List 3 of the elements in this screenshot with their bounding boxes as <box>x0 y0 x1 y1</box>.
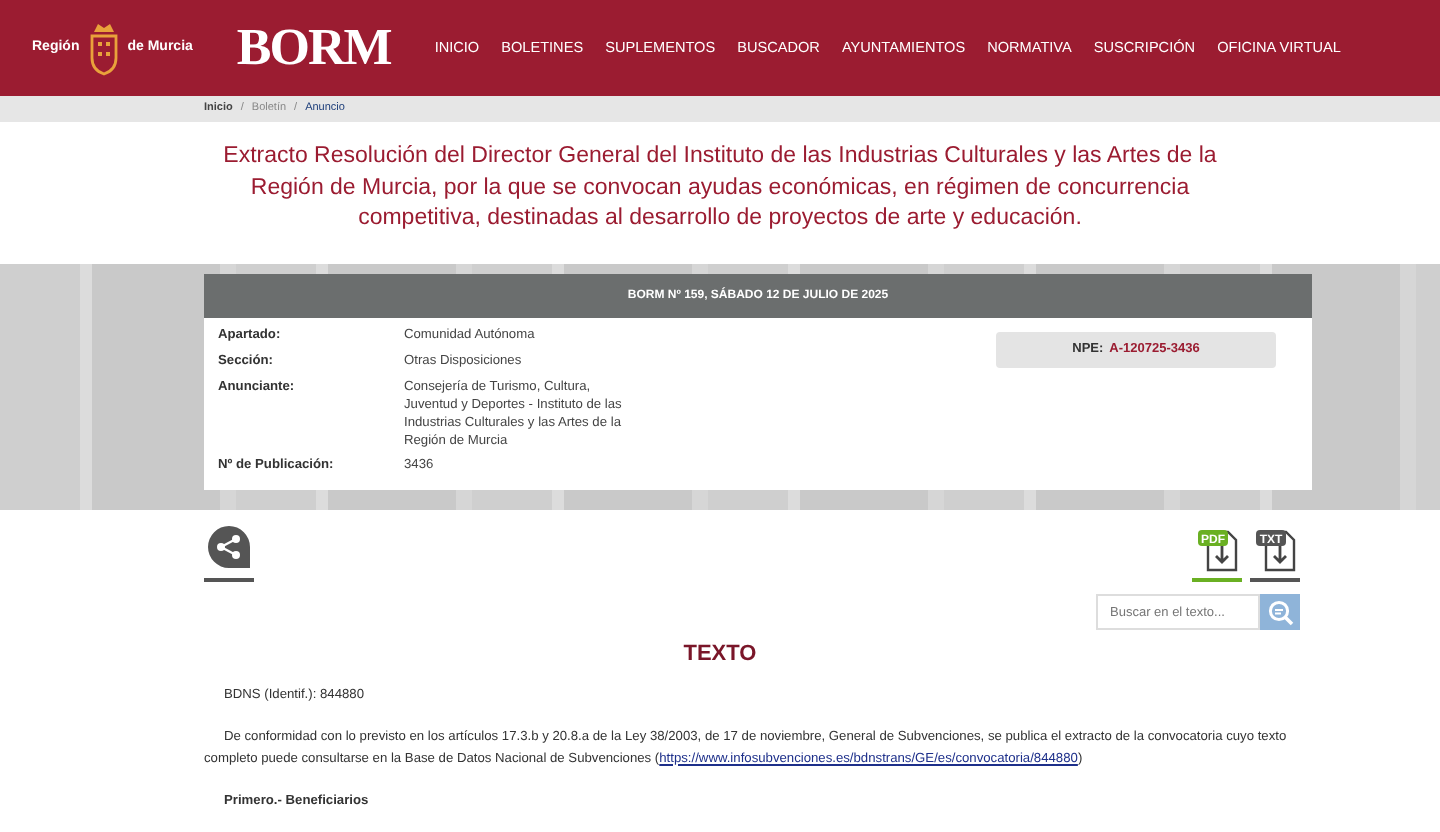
site-logo[interactable]: BORM <box>236 22 391 74</box>
announcement-title: Extracto Resolución del Director General del Instituto de las Industrias Culturales y las Artes de la Región de Murcia, por la que se convocan ayudas económicas, en régimen de concurrencia competitiva, destinadas al desarrollo de proyectos de arte y educación. <box>221 142 1219 234</box>
text-heading: TEXTO <box>681 640 759 670</box>
